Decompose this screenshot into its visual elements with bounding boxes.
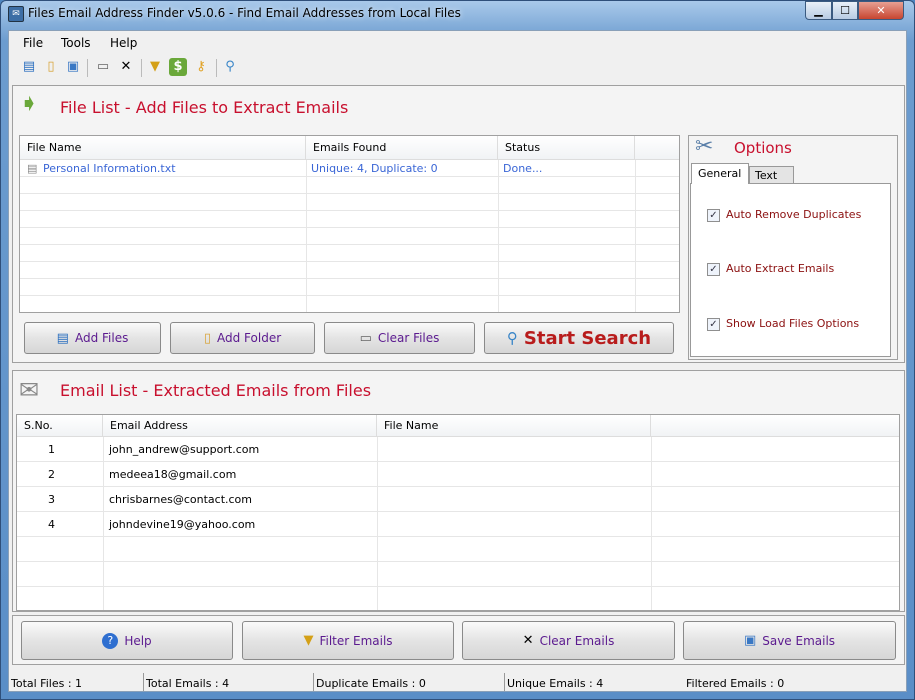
add-files-label: Add Files	[74, 331, 129, 345]
show-load-files-options-checkbox[interactable]: ✓	[707, 318, 720, 331]
status-total-emails: Total Emails : 4	[146, 677, 230, 690]
file-panel-title: File List - Add Files to Extract Emails	[60, 98, 349, 117]
col-status[interactable]: Status	[498, 136, 635, 160]
filter-icon[interactable]: ▼	[146, 58, 164, 76]
table-row[interactable]: 3 chrisbarnes@contact.com	[17, 487, 899, 512]
close-button[interactable]: ✕	[858, 1, 904, 20]
table-row[interactable]: 4 johndevine19@yahoo.com	[17, 512, 899, 537]
add-folder-button[interactable]: ▯ Add Folder	[170, 322, 315, 354]
help-label: Help	[124, 633, 152, 648]
filter-icon: ▼	[303, 633, 314, 648]
tab-text[interactable]: Text	[749, 166, 794, 184]
close-icon[interactable]: ✕	[117, 58, 135, 76]
menu-help[interactable]: Help	[110, 36, 137, 50]
email-table[interactable]: S.No. Email Address File Name 1 john_andr…	[16, 414, 900, 611]
search-icon: ⚲	[506, 329, 518, 347]
email-icon: ✉	[19, 376, 40, 404]
col-file-name[interactable]: File Name	[20, 136, 306, 160]
status-filtered-emails: Filtered Emails : 0	[686, 677, 785, 690]
close-icon: ✕	[522, 633, 534, 648]
key-icon[interactable]: ⚷	[192, 58, 210, 76]
menu-tools[interactable]: Tools	[61, 36, 91, 50]
start-search-button[interactable]: ⚲ Start Search	[484, 322, 674, 354]
email-cell: chrisbarnes@contact.com	[109, 493, 253, 506]
table-row[interactable]: 2 medeea18@gmail.com	[17, 462, 899, 487]
options-title: Options	[734, 139, 792, 157]
table-row[interactable]: 1 john_andrew@support.com	[17, 437, 899, 462]
clear-files-button[interactable]: ▭ Clear Files	[324, 322, 475, 354]
minimize-button[interactable]: ▁	[805, 1, 832, 20]
menu-file[interactable]: File	[23, 36, 43, 50]
toolbar-separator	[141, 59, 142, 77]
start-search-label: Start Search	[523, 327, 652, 349]
file-add-icon: ➧	[19, 89, 40, 117]
add-files-icon: ▤	[56, 330, 69, 346]
col-empty	[651, 415, 899, 437]
status-unique-emails: Unique Emails : 4	[507, 677, 604, 690]
sno-cell: 4	[48, 518, 55, 531]
auto-remove-duplicates-checkbox[interactable]: ✓	[707, 209, 720, 222]
clear-emails-button[interactable]: ✕ Clear Emails	[462, 621, 675, 660]
email-cell: medeea18@gmail.com	[109, 468, 237, 481]
folder-icon: ▯	[203, 330, 211, 346]
toolbar-separator	[216, 59, 217, 77]
auto-remove-duplicates-label: Auto Remove Duplicates	[726, 208, 862, 221]
status-cell: Done...	[503, 162, 543, 175]
add-folder-icon[interactable]: ▯	[42, 58, 60, 76]
table-row[interactable]: ▤ Personal Information.txt Unique: 4, Du…	[20, 160, 679, 177]
email-cell: johndevine19@yahoo.com	[109, 518, 256, 531]
sno-cell: 3	[48, 493, 55, 506]
col-file-name[interactable]: File Name	[377, 415, 651, 437]
save-icon[interactable]: ▣	[64, 58, 82, 76]
file-name-cell: Personal Information.txt	[43, 162, 176, 175]
window-title: Files Email Address Finder v5.0.6 - Find…	[28, 6, 461, 20]
maximize-button[interactable]: ☐	[832, 1, 858, 20]
col-emails-found[interactable]: Emails Found	[306, 136, 498, 160]
save-emails-label: Save Emails	[762, 633, 836, 648]
col-empty	[635, 136, 679, 160]
clear-list-icon[interactable]: ▭	[94, 58, 112, 76]
toolbar-separator	[87, 59, 88, 77]
email-cell: john_andrew@support.com	[109, 443, 260, 456]
clear-list-icon: ▭	[359, 330, 372, 346]
save-icon: ▣	[743, 633, 757, 648]
save-emails-button[interactable]: ▣ Save Emails	[683, 621, 896, 660]
app-icon: ✉	[8, 6, 24, 22]
add-files-icon[interactable]: ▤	[20, 58, 38, 76]
clear-files-label: Clear Files	[377, 331, 440, 345]
filter-emails-label: Filter Emails	[319, 633, 393, 648]
tools-icon: ✂	[695, 134, 714, 159]
email-panel-title: Email List - Extracted Emails from Files	[60, 381, 372, 400]
show-load-files-options-label: Show Load Files Options	[726, 317, 860, 330]
client-area: File Tools Help ▤ ▯ ▣ ▭ ✕ ▼ $ ⚷ ⚲ ➧ File…	[8, 30, 907, 692]
emails-found-cell: Unique: 4, Duplicate: 0	[311, 162, 438, 175]
filter-emails-button[interactable]: ▼ Filter Emails	[242, 621, 454, 660]
help-icon: ?	[102, 632, 119, 649]
auto-extract-emails-checkbox[interactable]: ✓	[707, 263, 720, 276]
col-email-address[interactable]: Email Address	[103, 415, 377, 437]
tab-general[interactable]: General	[691, 163, 749, 184]
status-total-files: Total Files : 1	[11, 677, 83, 690]
sno-cell: 2	[48, 468, 55, 481]
search-icon[interactable]: ⚲	[221, 58, 239, 76]
text-file-icon: ▤	[27, 162, 38, 175]
col-sno[interactable]: S.No.	[17, 415, 103, 437]
status-duplicate-emails: Duplicate Emails : 0	[316, 677, 426, 690]
add-files-button[interactable]: ▤ Add Files	[24, 322, 161, 354]
buy-icon[interactable]: $	[169, 58, 187, 76]
auto-extract-emails-label: Auto Extract Emails	[726, 262, 835, 275]
help-button[interactable]: ? Help	[21, 621, 233, 660]
add-folder-label: Add Folder	[217, 331, 282, 345]
file-table[interactable]: File Name Emails Found Status ▤ Personal…	[19, 135, 680, 313]
clear-emails-label: Clear Emails	[539, 633, 615, 648]
sno-cell: 1	[48, 443, 55, 456]
